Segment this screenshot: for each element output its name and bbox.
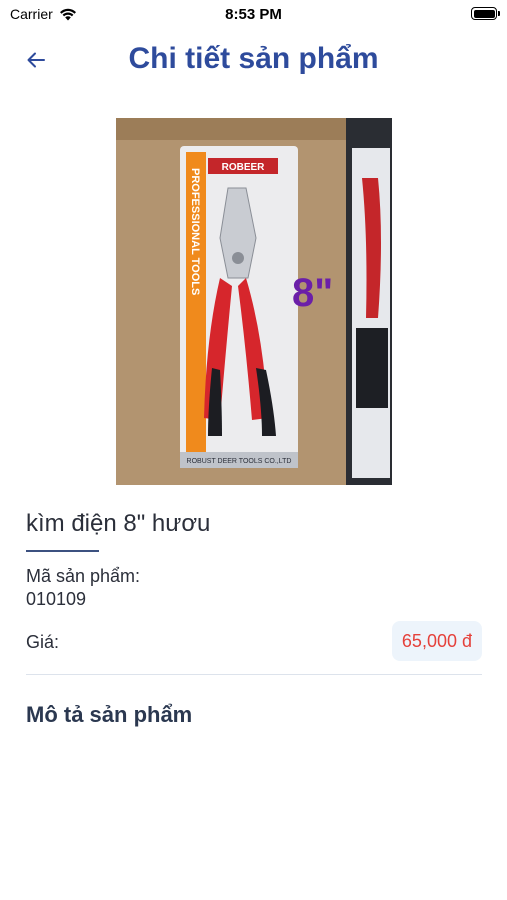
bottom-text: ROBUST DEER TOOLS CO.,LTD bbox=[187, 458, 292, 465]
product-photo: PROFESSIONAL TOOLS ROBEER ROBUST DEER TO… bbox=[116, 118, 392, 485]
sku-label: Mã sản phẩm: bbox=[26, 566, 141, 586]
product-image[interactable]: PROFESSIONAL TOOLS ROBEER ROBUST DEER TO… bbox=[116, 118, 392, 485]
name-underline bbox=[26, 550, 99, 552]
price-badge: 65,000 đ bbox=[391, 621, 482, 661]
description-heading: Mô tả sản phẩm bbox=[26, 702, 193, 727]
battery-fill bbox=[473, 9, 495, 18]
price-label: Giá: bbox=[26, 632, 60, 652]
sku-value: 010109 bbox=[26, 589, 87, 609]
size-overlay-text: 8" bbox=[292, 271, 333, 315]
status-bar: Carrier 8:53 PM bbox=[0, 0, 507, 30]
brand-text: ROBEER bbox=[222, 162, 266, 173]
nav-header: Chi tiết sản phẩm bbox=[0, 30, 507, 90]
price-value: 65,000 đ bbox=[401, 630, 472, 651]
status-time: 8:53 PM bbox=[225, 6, 282, 23]
side-text: PROFESSIONAL TOOLS bbox=[189, 168, 201, 295]
divider bbox=[26, 674, 482, 675]
page-title: Chi tiết sản phẩm bbox=[128, 42, 379, 75]
product-name: kìm điện 8" hươu bbox=[26, 510, 211, 537]
battery-icon bbox=[471, 7, 500, 20]
